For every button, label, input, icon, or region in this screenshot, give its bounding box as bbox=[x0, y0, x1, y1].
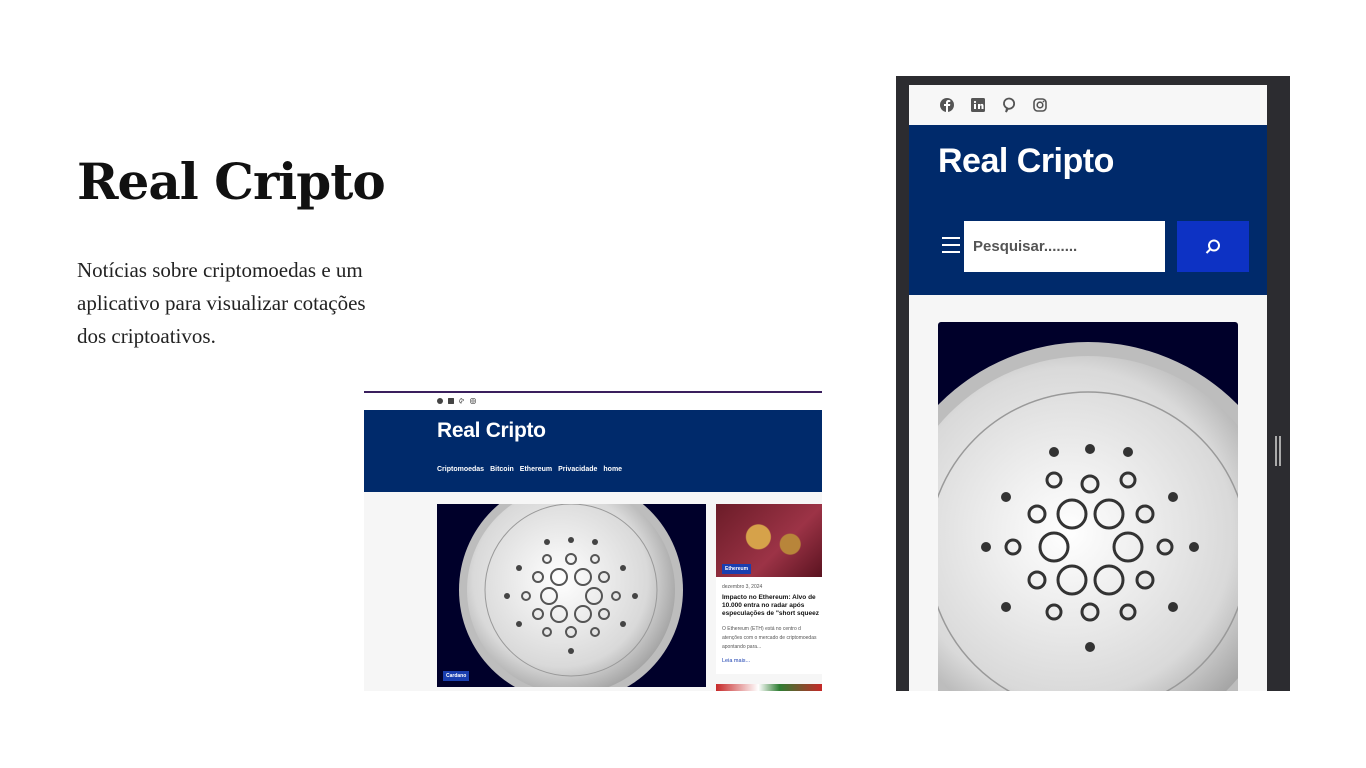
search-input[interactable] bbox=[964, 221, 1165, 272]
linkedin-icon[interactable] bbox=[448, 398, 454, 404]
mobile-screenshot: Real Cripto bbox=[896, 76, 1290, 691]
page-description: Notícias sobre criptomoedas e um aplicat… bbox=[77, 258, 366, 348]
facebook-icon[interactable] bbox=[939, 97, 955, 113]
post-category-badge[interactable]: Cardano bbox=[443, 671, 470, 681]
desktop-social-links bbox=[437, 398, 476, 404]
desktop-nav: Criptomoedas Bitcoin Ethereum Privacidad… bbox=[437, 466, 622, 473]
mobile-screen: Real Cripto bbox=[909, 85, 1267, 691]
nav-item-bitcoin[interactable]: Bitcoin bbox=[490, 466, 514, 473]
pinterest-icon[interactable] bbox=[459, 398, 465, 404]
hamburger-menu-icon[interactable] bbox=[942, 237, 960, 254]
desktop-topbar bbox=[364, 393, 822, 410]
next-post-thumbnail[interactable] bbox=[716, 684, 822, 691]
mobile-topbar bbox=[909, 85, 1267, 125]
facebook-icon[interactable] bbox=[437, 398, 443, 404]
nav-item-criptomoedas[interactable]: Criptomoedas bbox=[437, 466, 484, 473]
mobile-header: Real Cripto bbox=[909, 125, 1267, 295]
linkedin-icon[interactable] bbox=[970, 97, 986, 113]
nav-item-privacidade[interactable]: Privacidade bbox=[558, 466, 597, 473]
pinterest-icon[interactable] bbox=[1001, 97, 1017, 113]
desktop-screenshot: Real Cripto Criptomoedas Bitcoin Ethereu… bbox=[364, 391, 822, 691]
mobile-logo[interactable]: Real Cripto bbox=[938, 142, 1114, 181]
instagram-icon[interactable] bbox=[1032, 97, 1048, 113]
side-post-excerpt: O Ethereum (ETH) está no centro d atençõ… bbox=[722, 626, 817, 650]
read-more-link[interactable]: Leia mais... bbox=[722, 658, 750, 664]
side-post-category-badge[interactable]: Ethereum bbox=[722, 564, 752, 574]
desktop-header: Real Cripto Criptomoedas Bitcoin Ethereu… bbox=[364, 410, 822, 492]
side-post-title[interactable]: Impacto no Ethereum: Alvo de 10.000 entr… bbox=[722, 594, 822, 618]
mobile-social-links bbox=[939, 97, 1048, 113]
scrollbar-handle[interactable] bbox=[1275, 436, 1281, 466]
side-post-date: dezembro 3, 2024 bbox=[722, 584, 763, 590]
nav-item-home[interactable]: home bbox=[603, 466, 622, 473]
nav-item-ethereum[interactable]: Ethereum bbox=[520, 466, 552, 473]
desktop-logo[interactable]: Real Cripto bbox=[437, 419, 546, 443]
instagram-icon[interactable] bbox=[470, 398, 476, 404]
mobile-featured-post-card[interactable] bbox=[938, 322, 1238, 691]
featured-post-card[interactable]: Cardano bbox=[437, 504, 706, 687]
search-icon bbox=[1205, 239, 1220, 254]
cardano-coin-image bbox=[459, 504, 683, 687]
search-button[interactable] bbox=[1177, 221, 1249, 272]
side-post-card[interactable]: Ethereum dezembro 3, 2024 Impacto no Eth… bbox=[716, 504, 822, 674]
cardano-coin-image bbox=[938, 342, 1238, 691]
page-title: Real Cripto bbox=[77, 152, 386, 211]
